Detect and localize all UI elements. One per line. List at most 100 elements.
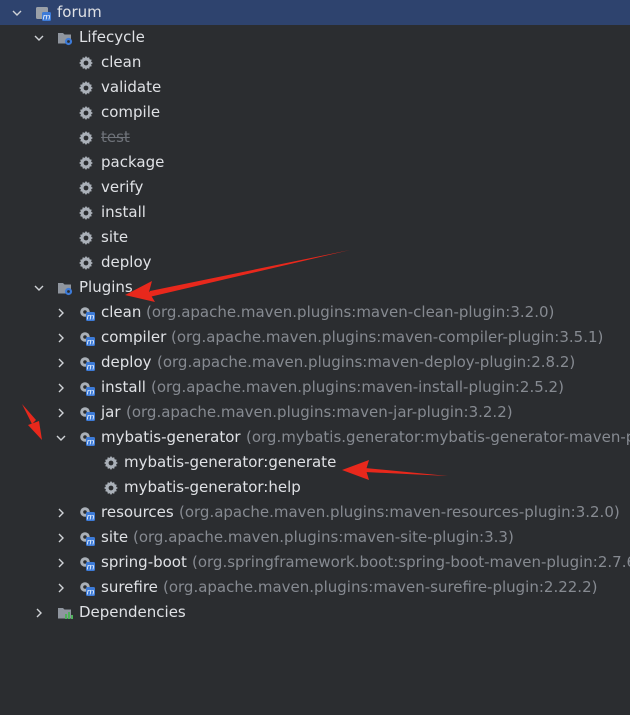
svg-text:m: m bbox=[87, 562, 95, 571]
tree-row-label: Lifecycle bbox=[79, 28, 145, 46]
plugin-goal-label: mybatis-generator:help bbox=[124, 478, 301, 496]
maven-plugin-icon: m bbox=[78, 300, 96, 325]
lifecycle-phase-validate[interactable]: validate bbox=[0, 75, 630, 100]
lifecycle-phase-test[interactable]: test bbox=[0, 125, 630, 150]
folder-settings-icon bbox=[56, 25, 74, 50]
gear-icon bbox=[77, 125, 95, 150]
svg-text:m: m bbox=[87, 337, 95, 346]
svg-text:m: m bbox=[43, 12, 51, 21]
svg-text:m: m bbox=[87, 537, 95, 546]
gear-icon bbox=[77, 150, 95, 175]
gear-icon bbox=[102, 475, 120, 500]
gear-icon bbox=[77, 75, 95, 100]
chevron-right-icon[interactable] bbox=[54, 575, 68, 600]
chevron-down-icon[interactable] bbox=[54, 425, 68, 450]
plugin-clean[interactable]: m clean (org.apache.maven.plugins:maven-cl… bbox=[0, 300, 630, 325]
tree-row-label: package bbox=[101, 153, 165, 171]
svg-text:m: m bbox=[87, 512, 95, 521]
lifecycle-phase-verify[interactable]: verify bbox=[0, 175, 630, 200]
gear-icon bbox=[77, 200, 95, 225]
maven-plugin-icon: m bbox=[78, 400, 96, 425]
plugin-spring-boot[interactable]: m spring-boot (org.springframework.boot:sp… bbox=[0, 550, 630, 575]
plugin-goal-row[interactable]: mybatis-generator:help bbox=[0, 475, 630, 500]
tree-row-label: validate bbox=[101, 78, 162, 96]
plugin-coordinates: (org.mybatis.generator:mybatis-generator… bbox=[246, 428, 630, 446]
lifecycle-phase-deploy[interactable]: deploy bbox=[0, 250, 630, 275]
dependencies-folder-icon bbox=[56, 600, 74, 625]
svg-text:m: m bbox=[87, 387, 95, 396]
plugin-surefire[interactable]: m surefire (org.apache.maven.plugins:maven… bbox=[0, 575, 630, 600]
tree-row-dependencies[interactable]: Dependencies bbox=[0, 600, 630, 625]
maven-plugin-icon: m bbox=[78, 325, 96, 350]
chevron-down-icon[interactable] bbox=[10, 0, 24, 25]
plugin-coordinates: (org.apache.maven.plugins:maven-compiler… bbox=[171, 328, 604, 346]
chevron-right-icon[interactable] bbox=[54, 500, 68, 525]
tree-row-label: site bbox=[101, 228, 129, 246]
plugin-coordinates: (org.apache.maven.plugins:maven-resource… bbox=[179, 503, 620, 521]
plugin-name: jar bbox=[101, 403, 121, 421]
chevron-right-icon[interactable] bbox=[54, 550, 68, 575]
lifecycle-phase-clean[interactable]: clean bbox=[0, 50, 630, 75]
chevron-down-icon[interactable] bbox=[32, 25, 46, 50]
gear-icon bbox=[77, 50, 95, 75]
tree-row-plugins[interactable]: Plugins bbox=[0, 275, 630, 300]
plugin-name: install bbox=[101, 378, 146, 396]
plugin-coordinates: (org.apache.maven.plugins:maven-surefire… bbox=[163, 578, 598, 596]
plugin-deploy[interactable]: m deploy (org.apache.maven.plugins:maven-d… bbox=[0, 350, 630, 375]
plugin-goal-row[interactable]: mybatis-generator:generate bbox=[0, 450, 630, 475]
gear-icon bbox=[77, 100, 95, 125]
lifecycle-phase-site[interactable]: site bbox=[0, 225, 630, 250]
maven-plugin-icon: m bbox=[78, 550, 96, 575]
plugin-resources[interactable]: m resources (org.apache.maven.plugins:mave… bbox=[0, 500, 630, 525]
chevron-right-icon[interactable] bbox=[54, 350, 68, 375]
svg-text:m: m bbox=[87, 587, 95, 596]
plugin-jar[interactable]: m jar (org.apache.maven.plugins:maven-jar-… bbox=[0, 400, 630, 425]
plugin-site[interactable]: m site (org.apache.maven.plugins:maven-sit… bbox=[0, 525, 630, 550]
chevron-right-icon[interactable] bbox=[54, 325, 68, 350]
plugin-compiler[interactable]: m compiler (org.apache.maven.plugins:maven… bbox=[0, 325, 630, 350]
plugin-name: deploy bbox=[101, 353, 152, 371]
maven-plugin-icon: m bbox=[78, 525, 96, 550]
plugin-name: compiler bbox=[101, 328, 167, 346]
svg-text:m: m bbox=[87, 412, 95, 421]
lifecycle-phase-package[interactable]: package bbox=[0, 150, 630, 175]
tree-row-label: forum bbox=[57, 3, 102, 21]
gear-icon bbox=[77, 175, 95, 200]
maven-plugin-icon: m bbox=[78, 375, 96, 400]
folder-settings-icon bbox=[56, 275, 74, 300]
gear-icon bbox=[102, 450, 120, 475]
plugin-coordinates: (org.springframework.boot:spring-boot-ma… bbox=[192, 553, 630, 571]
chevron-right-icon[interactable] bbox=[32, 600, 46, 625]
gear-icon bbox=[77, 225, 95, 250]
tree-row-label: Dependencies bbox=[79, 603, 186, 621]
svg-text:m: m bbox=[87, 312, 95, 321]
tree-row-label: clean bbox=[101, 53, 142, 71]
chevron-right-icon[interactable] bbox=[54, 300, 68, 325]
lifecycle-phase-compile[interactable]: compile bbox=[0, 100, 630, 125]
plugin-name: clean bbox=[101, 303, 142, 321]
tree-row-label: verify bbox=[101, 178, 144, 196]
svg-text:m: m bbox=[87, 437, 95, 446]
chevron-down-icon[interactable] bbox=[32, 275, 46, 300]
plugin-name: spring-boot bbox=[101, 553, 187, 571]
chevron-right-icon[interactable] bbox=[54, 400, 68, 425]
plugin-coordinates: (org.apache.maven.plugins:maven-site-plu… bbox=[133, 528, 514, 546]
tree-row-label: install bbox=[101, 203, 146, 221]
chevron-right-icon[interactable] bbox=[54, 525, 68, 550]
plugin-name: surefire bbox=[101, 578, 158, 596]
maven-project-icon: m bbox=[34, 0, 52, 25]
plugin-install[interactable]: m install (org.apache.maven.plugins:maven-… bbox=[0, 375, 630, 400]
chevron-right-icon[interactable] bbox=[54, 375, 68, 400]
plugin-mybatis-generator[interactable]: m mybatis-generator (org.mybatis.generator… bbox=[0, 425, 630, 450]
maven-plugin-icon: m bbox=[78, 350, 96, 375]
tree-row-lifecycle[interactable]: Lifecycle bbox=[0, 25, 630, 50]
plugin-name: mybatis-generator bbox=[101, 428, 241, 446]
tree-row-label: Plugins bbox=[79, 278, 133, 296]
lifecycle-phase-install[interactable]: install bbox=[0, 200, 630, 225]
tree-row-label: deploy bbox=[101, 253, 152, 271]
plugin-coordinates: (org.apache.maven.plugins:maven-deploy-p… bbox=[157, 353, 576, 371]
maven-tree: m forum Lifecycle clean validate compile te… bbox=[0, 0, 630, 625]
tree-row-forum[interactable]: m forum bbox=[0, 0, 630, 25]
plugin-name: resources bbox=[101, 503, 174, 521]
plugin-coordinates: (org.apache.maven.plugins:maven-clean-pl… bbox=[146, 303, 555, 321]
